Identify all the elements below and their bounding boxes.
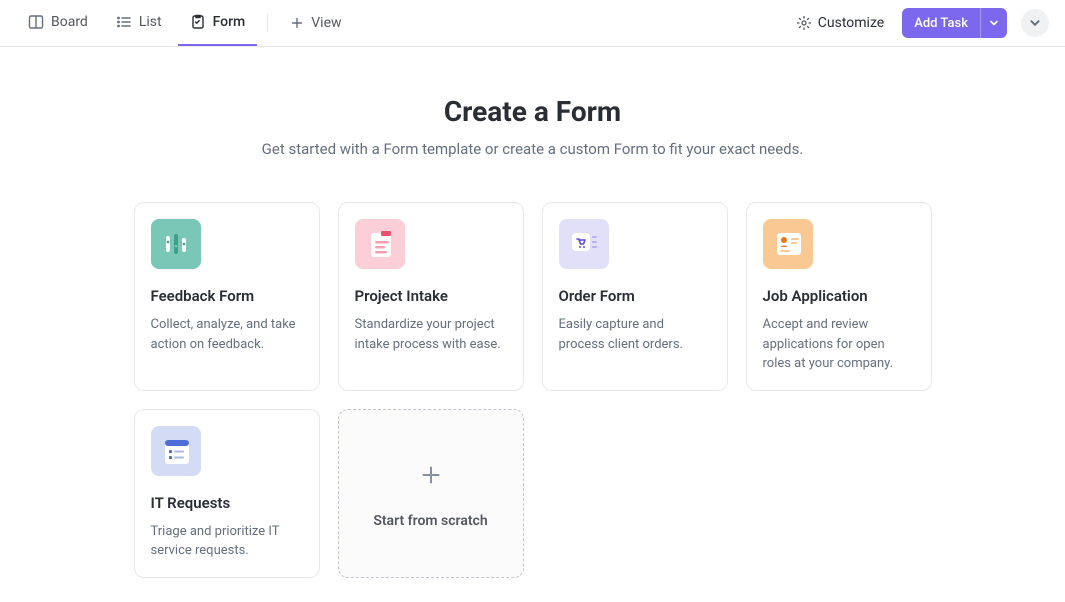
- card-desc: Easily capture and process client orders…: [559, 315, 711, 354]
- order-form-icon: [559, 219, 609, 269]
- card-title: Job Application: [763, 287, 915, 305]
- template-project-intake[interactable]: Project Intake Standardize your project …: [338, 202, 524, 391]
- add-task-button[interactable]: Add Task: [902, 8, 1007, 38]
- template-feedback-form[interactable]: Feedback Form Collect, analyze, and take…: [134, 202, 320, 391]
- tab-board[interactable]: Board: [16, 0, 100, 46]
- card-desc: Accept and review applications for open …: [763, 315, 915, 374]
- tab-list[interactable]: List: [104, 0, 174, 46]
- add-task-dropdown[interactable]: [980, 8, 1007, 38]
- card-desc: Standardize your project intake process …: [355, 315, 507, 354]
- card-title: Feedback Form: [151, 287, 303, 305]
- plus-icon: [413, 457, 449, 493]
- card-title: Order Form: [559, 287, 711, 305]
- scratch-label: Start from scratch: [373, 513, 487, 529]
- customize-label: Customize: [818, 15, 884, 31]
- page-title: Create a Form: [24, 95, 1041, 128]
- card-desc: Triage and prioritize IT service request…: [151, 522, 303, 561]
- add-task-label: Add Task: [902, 16, 980, 31]
- tab-form[interactable]: Form: [178, 0, 258, 46]
- template-order-form[interactable]: Order Form Easily capture and process cl…: [542, 202, 728, 391]
- add-view-label: View: [311, 15, 341, 31]
- add-view-button[interactable]: View: [278, 0, 353, 46]
- card-desc: Collect, analyze, and take action on fee…: [151, 315, 303, 354]
- tab-form-label: Form: [213, 14, 246, 30]
- list-icon: [116, 14, 132, 30]
- expand-button[interactable]: [1021, 9, 1049, 37]
- page-subtitle: Get started with a Form template or crea…: [24, 140, 1041, 158]
- form-icon: [190, 14, 206, 30]
- start-from-scratch-card[interactable]: Start from scratch: [338, 409, 524, 578]
- template-it-requests[interactable]: IT Requests Triage and prioritize IT ser…: [134, 409, 320, 578]
- card-title: IT Requests: [151, 494, 303, 512]
- project-intake-icon: [355, 219, 405, 269]
- board-icon: [28, 14, 44, 30]
- job-application-icon: [763, 219, 813, 269]
- template-job-application[interactable]: Job Application Accept and review applic…: [746, 202, 932, 391]
- plus-icon: [290, 16, 304, 30]
- tab-board-label: Board: [51, 14, 88, 30]
- tab-divider: [267, 14, 268, 32]
- customize-button[interactable]: Customize: [792, 9, 888, 37]
- chevron-down-icon: [1029, 17, 1041, 29]
- feedback-icon: [151, 219, 201, 269]
- gear-icon: [796, 15, 812, 31]
- chevron-down-icon: [989, 18, 999, 28]
- tab-list-label: List: [139, 14, 162, 30]
- it-requests-icon: [151, 426, 201, 476]
- card-title: Project Intake: [355, 287, 507, 305]
